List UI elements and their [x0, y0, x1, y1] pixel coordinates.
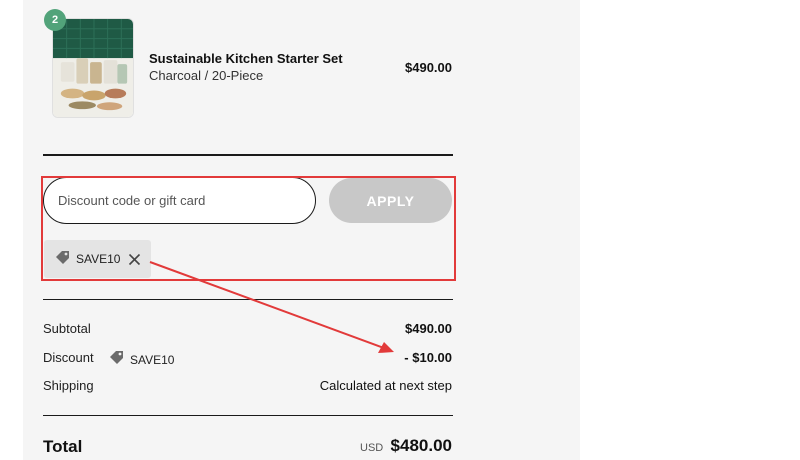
divider [43, 154, 453, 156]
close-icon[interactable] [128, 253, 141, 266]
total-label: Total [43, 437, 83, 456]
shipping-value: Calculated at next step [319, 378, 452, 393]
product-name: Sustainable Kitchen Starter Set [149, 51, 343, 66]
subtotal-value: $490.00 [405, 321, 452, 336]
divider [43, 299, 453, 300]
applied-discount-code: SAVE10 [76, 252, 121, 266]
total-value: $480.00 [390, 436, 452, 455]
tag-icon [54, 248, 72, 271]
product-price: $490.00 [405, 60, 452, 75]
discount-code-input[interactable] [43, 177, 316, 224]
discount-code-tag: SAVE10 [108, 348, 174, 371]
product-thumbnail [52, 18, 134, 118]
product-variant: Charcoal / 20-Piece [149, 68, 264, 83]
divider [43, 415, 453, 416]
quantity-badge: 2 [44, 9, 66, 31]
tag-icon [108, 348, 126, 371]
discount-label: Discount [43, 350, 94, 365]
discount-code: SAVE10 [130, 352, 175, 367]
discount-value: - $10.00 [404, 350, 452, 365]
apply-discount-button[interactable]: APPLY [329, 178, 452, 223]
shipping-label: Shipping [43, 378, 94, 393]
currency-label: USD [360, 442, 384, 454]
subtotal-label: Subtotal [43, 321, 91, 336]
